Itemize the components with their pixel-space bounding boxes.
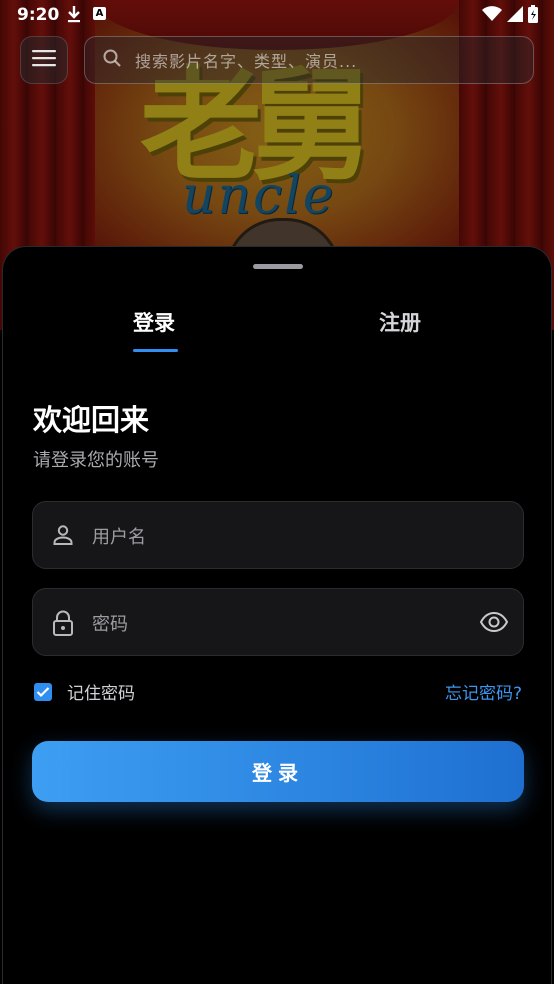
active-tab-indicator (133, 349, 178, 352)
sheet-drag-handle[interactable] (253, 264, 303, 269)
remember-password[interactable]: 记住密码 (34, 679, 135, 704)
login-button[interactable]: 登录 (32, 741, 524, 802)
battery-icon (528, 5, 538, 27)
password-field[interactable]: 密码 (32, 588, 524, 656)
tab-register[interactable]: 注册 (379, 307, 421, 337)
remember-checkbox[interactable] (34, 682, 52, 701)
page-title: 欢迎回来 (33, 403, 150, 437)
menu-button[interactable] (20, 36, 68, 84)
search-bar[interactable]: 搜索影片名字、类型、演员... (84, 36, 534, 84)
forgot-password-link[interactable]: 忘记密码? (445, 679, 522, 704)
user-icon (51, 523, 75, 551)
lock-icon (51, 610, 75, 640)
search-icon (103, 49, 121, 71)
search-input[interactable]: 搜索影片名字、类型、演员... (135, 48, 357, 72)
menu-icon (32, 49, 56, 71)
username-field[interactable]: 用户名 (32, 501, 524, 569)
password-input[interactable]: 密码 (92, 610, 128, 636)
wifi-icon (482, 6, 502, 26)
username-input[interactable]: 用户名 (92, 523, 146, 549)
remember-label: 记住密码 (67, 684, 135, 704)
a-badge-icon: A (93, 7, 106, 20)
status-time: 9:20 (17, 5, 60, 25)
login-sheet: 登录 注册 欢迎回来 请登录您的账号 用户名 密码 记住密码 忘记密码? 登录 (2, 246, 552, 984)
download-icon (66, 5, 82, 27)
page-subtitle: 请登录您的账号 (33, 450, 159, 471)
tab-login[interactable]: 登录 (133, 307, 175, 337)
signal-icon (507, 6, 523, 26)
status-bar: 9:20 A (0, 0, 554, 30)
show-password-icon[interactable] (479, 611, 509, 637)
status-right-icons (482, 5, 538, 27)
